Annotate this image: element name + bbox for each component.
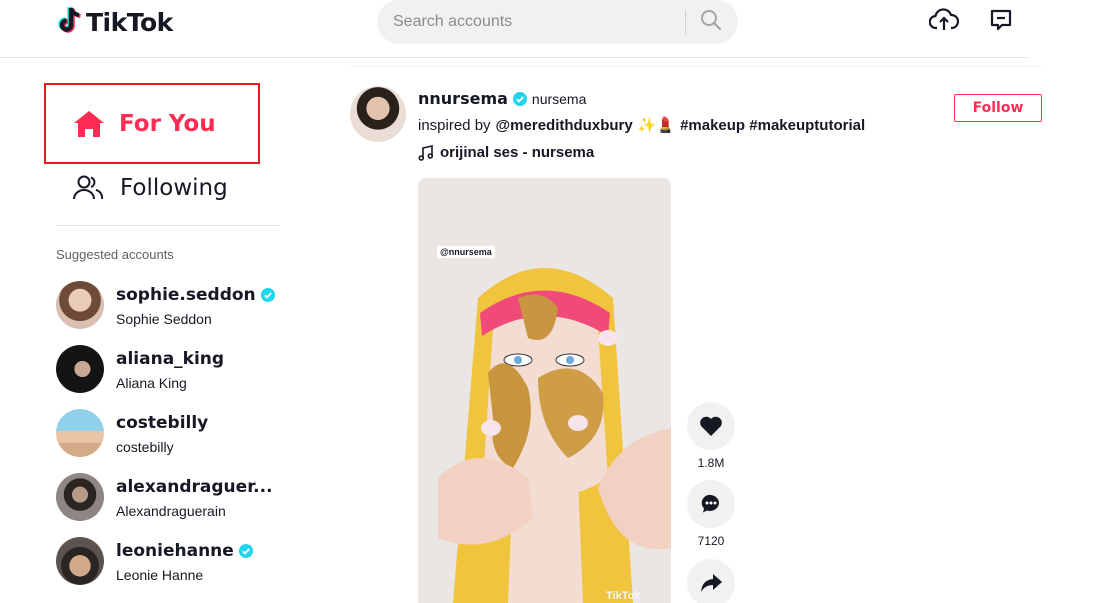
post-author[interactable]: nnursema nursema <box>418 89 586 108</box>
suggested-account-item[interactable]: costebilly costebilly <box>56 409 296 459</box>
account-username: sophie.seddon <box>116 285 275 305</box>
suggested-account-item[interactable]: leoniehanne Leonie Hanne <box>56 537 296 587</box>
follow-button[interactable]: Follow <box>954 94 1042 122</box>
cloud-upload-icon <box>928 7 960 37</box>
music-note-icon <box>418 144 434 161</box>
video-handle-sticker: @nnursema <box>437 246 495 258</box>
account-username-text: sophie.seddon <box>116 285 256 305</box>
people-icon <box>72 174 104 202</box>
sidebar-divider <box>56 225 280 226</box>
comment-icon <box>699 492 723 516</box>
like-action: 1.8M <box>687 402 735 470</box>
like-count: 1.8M <box>697 456 725 470</box>
account-username-text: leoniehanne <box>116 541 234 561</box>
account-username: leoniehanne <box>116 541 253 561</box>
top-header: TikTok <box>0 0 1028 58</box>
account-username: costebilly <box>116 413 208 433</box>
share-action <box>687 559 735 603</box>
verified-badge-icon <box>512 91 527 106</box>
video-frame-illustration <box>418 178 671 603</box>
post-author-avatar[interactable] <box>350 86 406 142</box>
home-icon <box>73 110 105 138</box>
avatar <box>56 345 104 393</box>
account-username-text: costebilly <box>116 413 209 433</box>
video-watermark: TikTok <box>606 590 641 602</box>
account-username: alexandraguer... <box>116 477 273 497</box>
account-display-name: Alexandraguerain <box>116 503 226 519</box>
account-display-name: costebilly <box>116 439 174 455</box>
logo-text: TikTok <box>86 7 173 37</box>
search-icon <box>700 9 722 36</box>
messages-button[interactable] <box>985 8 1017 36</box>
heart-icon <box>699 415 723 437</box>
tiktok-logo[interactable]: TikTok <box>57 5 173 39</box>
search-input[interactable] <box>393 0 683 44</box>
nav-following-label: Following <box>120 175 228 201</box>
nav-following[interactable]: Following <box>72 170 228 206</box>
avatar <box>56 281 104 329</box>
music-title: orijinal ses - nursema <box>440 144 595 161</box>
avatar <box>56 409 104 457</box>
upload-button[interactable] <box>928 7 960 37</box>
account-display-name: Sophie Seddon <box>116 311 212 327</box>
video-player[interactable] <box>418 178 671 603</box>
like-button[interactable] <box>687 402 735 450</box>
suggested-account-item[interactable]: alexandraguer... Alexandraguerain <box>56 473 296 523</box>
nav-for-you[interactable]: For You <box>44 83 260 164</box>
message-icon <box>989 8 1013 37</box>
suggested-account-item[interactable]: aliana_king Aliana King <box>56 345 296 395</box>
post-music[interactable]: orijinal ses - nursema <box>418 144 594 161</box>
caption-prefix: inspired by <box>418 116 491 134</box>
comment-action: 7120 <box>687 480 735 548</box>
suggested-account-item[interactable]: sophie.seddon Sophie Seddon <box>56 281 296 331</box>
search-button[interactable] <box>693 6 729 38</box>
account-username-text: aliana_king <box>116 349 225 369</box>
caption-mention-link[interactable]: @meredithduxbury <box>496 117 633 134</box>
avatar <box>56 537 104 585</box>
verified-badge-icon <box>238 544 253 558</box>
post-username: nnursema <box>418 89 508 108</box>
account-display-name: Aliana King <box>116 375 187 391</box>
avatar <box>56 473 104 521</box>
search-divider <box>685 10 686 34</box>
caption-hashtags[interactable]: #makeup #makeuptutorial <box>680 117 865 134</box>
tiktok-note-icon <box>57 5 83 40</box>
account-display-name: Leonie Hanne <box>116 567 204 583</box>
caption-emojis: ✨💄 <box>637 117 676 134</box>
search-bar <box>377 0 738 44</box>
share-arrow-icon <box>699 572 723 594</box>
nav-for-you-label: For You <box>119 110 216 137</box>
comment-button[interactable] <box>687 480 735 528</box>
suggested-accounts-title: Suggested accounts <box>56 247 174 262</box>
feed-divider <box>350 66 1042 67</box>
post-nickname: nursema <box>531 91 587 107</box>
post-caption: inspired by @meredithduxbury ✨💄 #makeup … <box>418 116 865 135</box>
verified-badge-icon <box>260 288 275 302</box>
account-username-text: alexandraguer... <box>116 477 273 497</box>
share-button[interactable] <box>687 559 735 603</box>
comment-count: 7120 <box>697 534 725 548</box>
account-username: aliana_king <box>116 349 224 369</box>
